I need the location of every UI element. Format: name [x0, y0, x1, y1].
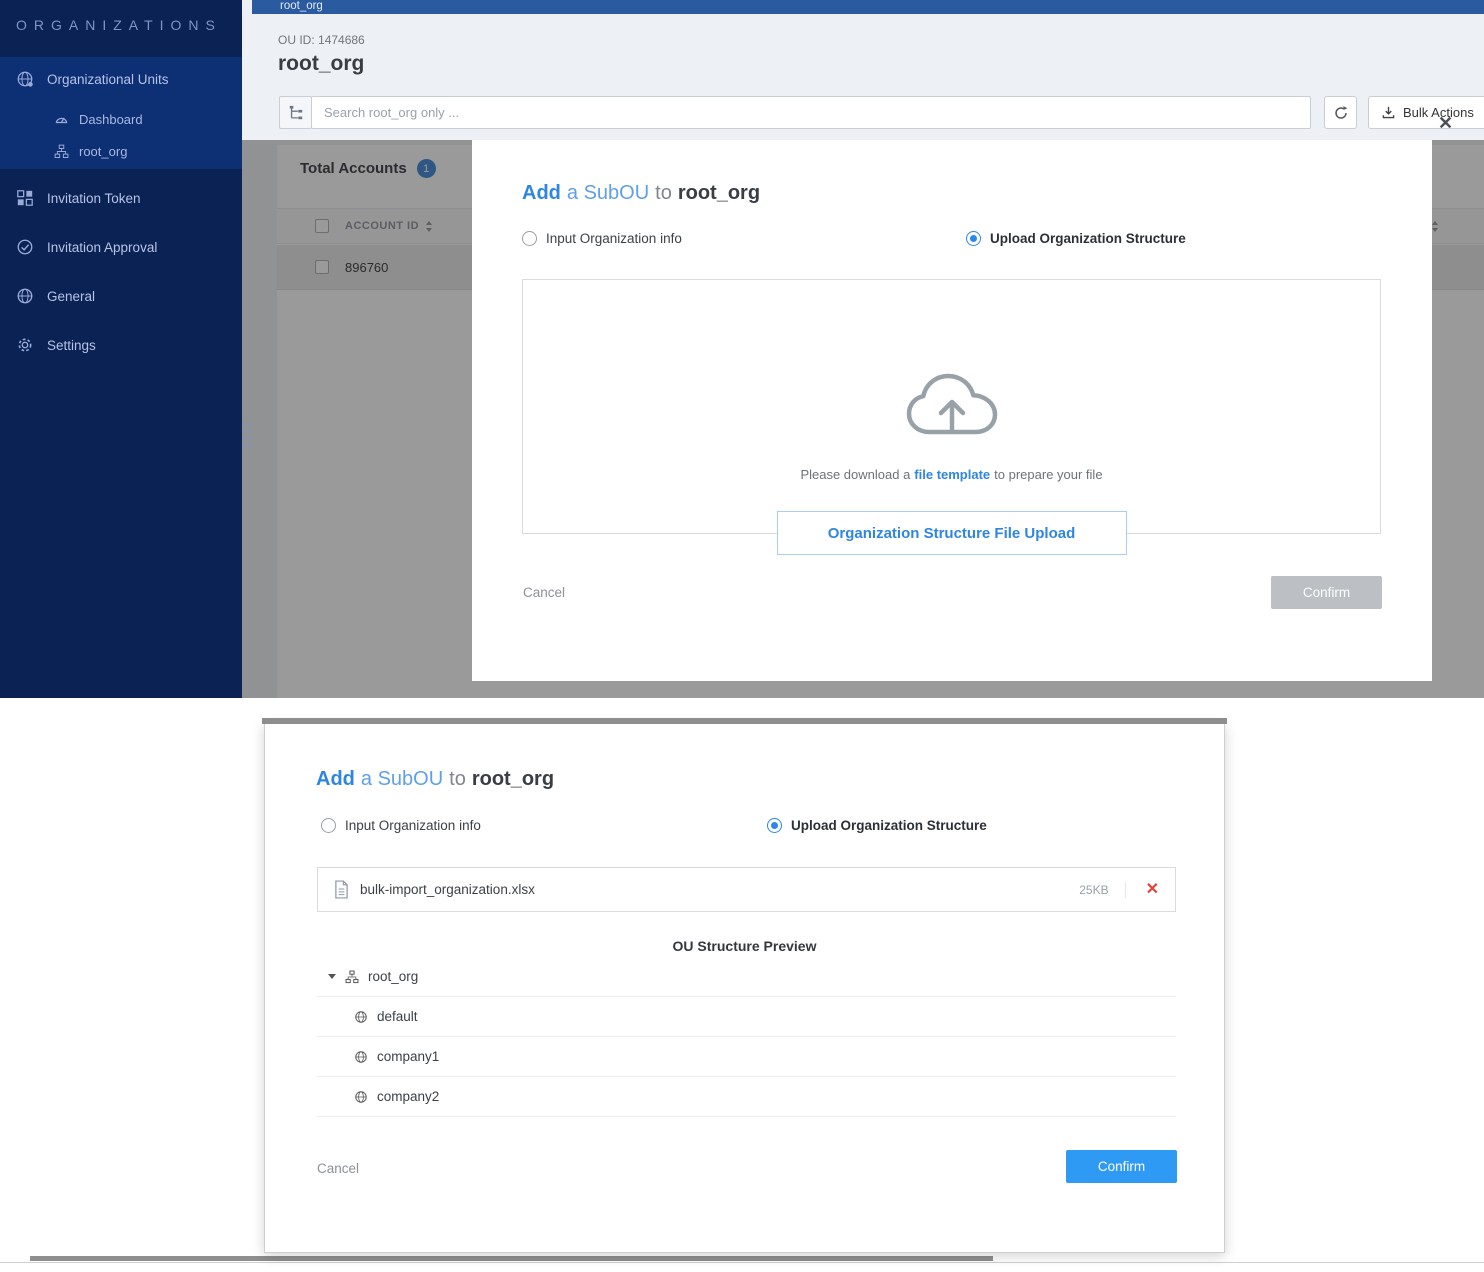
uploaded-file-row: bulk-import_organization.xlsx 25KB ✕ [317, 867, 1176, 912]
sidebar-item-settings[interactable]: Settings [0, 330, 242, 360]
radio-circle-icon[interactable] [321, 818, 336, 833]
hint-prefix: Please download a [800, 467, 910, 482]
sidebar-item-label: Invitation Token [47, 191, 141, 206]
search-input[interactable] [311, 96, 1311, 129]
sidebar-resize-grip[interactable] [243, 421, 252, 451]
horizontal-scrollbar-thumb[interactable] [30, 1256, 993, 1261]
tree-row-child[interactable]: company2 [317, 1077, 1176, 1117]
sidebar-item-dashboard[interactable]: Dashboard [0, 104, 242, 134]
tree-row-root[interactable]: root_org [317, 957, 1176, 997]
title-to: to [449, 768, 466, 790]
title-subou: a SubOU [361, 768, 443, 790]
horizontal-scrollbar-track [0, 1262, 1484, 1263]
sidebar-item-invitation-token[interactable]: Invitation Token [0, 183, 242, 213]
topbar: root_org [252, 0, 1484, 14]
ou-id-label: OU ID: [278, 33, 315, 47]
dashboard-icon [54, 112, 69, 127]
check-circle-icon [16, 238, 34, 256]
ou-id: OU ID: 1474686 [278, 33, 365, 47]
modal-title: Add a SubOU to root_org [522, 182, 760, 205]
title-add: Add [522, 182, 561, 204]
app-title: ORGANIZATIONS [16, 17, 222, 33]
radio-label: Upload Organization Structure [791, 818, 987, 833]
sidebar-item-general[interactable]: General [0, 281, 242, 311]
file-document-icon [334, 880, 349, 899]
template-hint: Please download a file template to prepare… [523, 467, 1380, 482]
sidebar-item-label: root_org [79, 144, 127, 159]
title-org: root_org [472, 768, 554, 790]
tree-node-label: company2 [377, 1089, 439, 1104]
file-size: 25KB [1079, 883, 1108, 897]
org-units-globe-icon [16, 70, 34, 88]
sidebar-item-organizational-units[interactable]: Organizational Units [0, 64, 242, 94]
org-icon [354, 1010, 368, 1024]
token-grid-icon [16, 189, 34, 207]
add-subou-preview-modal: Add a SubOU to root_org Input Organization … [264, 723, 1225, 1253]
sidebar: ORGANIZATIONS Organizational Units Dashb… [0, 0, 242, 698]
topbar-tab-root-org[interactable]: root_org [280, 0, 323, 12]
cancel-button[interactable]: Cancel [317, 1161, 359, 1176]
globe-icon [16, 287, 34, 305]
org-icon [54, 144, 69, 159]
radio-circle-icon[interactable] [522, 231, 537, 246]
download-icon [1382, 106, 1395, 119]
radio-input-organization-info[interactable]: Input Organization info [522, 231, 682, 246]
radio-upload-organization-structure[interactable]: Upload Organization Structure [966, 231, 1186, 246]
refresh-icon [1333, 105, 1349, 121]
confirm-button[interactable]: Confirm [1066, 1150, 1177, 1183]
ou-structure-tree: root_org default company1 company2 [317, 957, 1176, 1117]
title-subou: a SubOU [567, 182, 649, 204]
radio-circle-selected-icon[interactable] [767, 818, 782, 833]
page-title: root_org [278, 52, 364, 76]
title-org: root_org [678, 182, 760, 204]
modal-title: Add a SubOU to root_org [316, 768, 554, 791]
radio-upload-organization-structure[interactable]: Upload Organization Structure [767, 818, 987, 833]
add-subou-upload-modal: Add a SubOU to root_org Input Organization … [472, 140, 1432, 681]
sidebar-item-root-org[interactable]: root_org [0, 136, 242, 166]
modal-top-strip [262, 718, 1227, 724]
organization-structure-file-upload-button[interactable]: Organization Structure File Upload [777, 511, 1127, 555]
sidebar-item-label: Dashboard [79, 112, 143, 127]
tree-icon [288, 105, 304, 121]
gear-icon [16, 336, 34, 354]
cancel-button[interactable]: Cancel [523, 585, 565, 600]
sidebar-item-invitation-approval[interactable]: Invitation Approval [0, 232, 242, 262]
file-name: bulk-import_organization.xlsx [360, 882, 1079, 897]
ou-structure-preview-title: OU Structure Preview [265, 938, 1224, 954]
tree-node-label: default [377, 1009, 418, 1024]
close-icon[interactable]: ✕ [1438, 114, 1453, 132]
refresh-button[interactable] [1324, 96, 1357, 129]
tree-row-child[interactable]: default [317, 997, 1176, 1037]
tree-view-button[interactable] [279, 96, 312, 129]
ou-id-value: 1474686 [318, 33, 365, 47]
radio-label: Upload Organization Structure [990, 231, 1186, 246]
radio-label: Input Organization info [546, 231, 682, 246]
radio-circle-selected-icon[interactable] [966, 231, 981, 246]
hint-suffix: to prepare your file [994, 467, 1102, 482]
tree-node-label: root_org [368, 969, 418, 984]
radio-label: Input Organization info [345, 818, 481, 833]
tree-row-child[interactable]: company1 [317, 1037, 1176, 1077]
cloud-upload-icon [902, 372, 1002, 442]
org-icon [345, 970, 359, 984]
radio-input-organization-info[interactable]: Input Organization info [321, 818, 481, 833]
confirm-button-disabled[interactable]: Confirm [1271, 576, 1382, 609]
caret-down-icon[interactable] [328, 974, 336, 979]
sidebar-item-label: General [47, 289, 95, 304]
sidebar-item-label: Invitation Approval [47, 240, 157, 255]
sidebar-item-label: Organizational Units [47, 72, 169, 87]
file-template-link[interactable]: file template [914, 467, 990, 482]
org-icon [354, 1090, 368, 1104]
sidebar-item-label: Settings [47, 338, 96, 353]
org-icon [354, 1050, 368, 1064]
tree-node-label: company1 [377, 1049, 439, 1064]
remove-file-icon[interactable]: ✕ [1125, 882, 1159, 898]
bulk-actions-button[interactable]: Bulk Actions [1368, 96, 1484, 129]
file-dropzone[interactable]: Please download a file template to prepare… [522, 279, 1381, 534]
title-add: Add [316, 768, 355, 790]
title-to: to [655, 182, 672, 204]
